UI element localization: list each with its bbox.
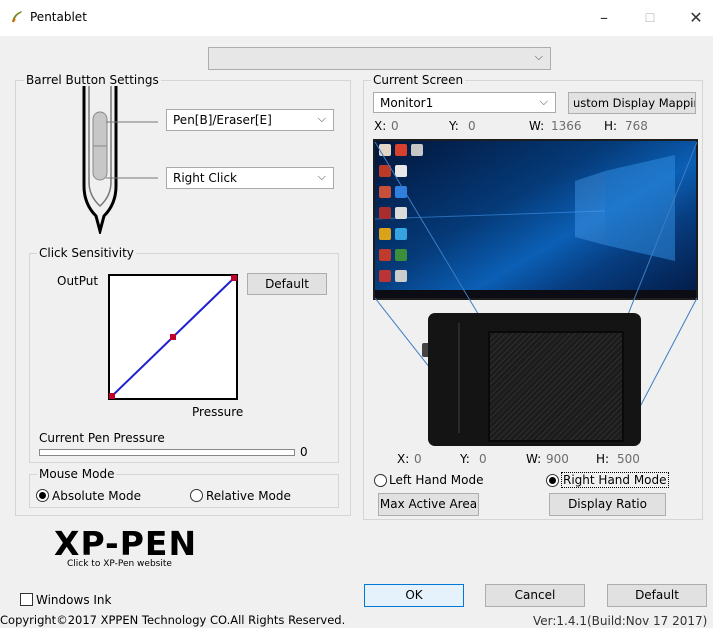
lower-barrel-button-value: Right Click — [173, 171, 238, 185]
tablet-divider — [458, 323, 460, 433]
close-button[interactable]: ✕ — [684, 8, 708, 27]
lower-barrel-button-select[interactable]: Right Click ⌵ — [166, 167, 334, 189]
display-ratio-button[interactable]: Display Ratio — [549, 493, 666, 516]
curve-control-point[interactable] — [109, 393, 115, 399]
tablet-x-label: X: — [397, 452, 410, 466]
mouse-mode-title: Mouse Mode — [37, 467, 117, 481]
tablet-h-label: H: — [596, 452, 610, 466]
xp-pen-logo[interactable]: XP-PEN — [54, 524, 197, 563]
tablet-w-label: W: — [526, 452, 542, 466]
pressure-label: Pressure — [192, 405, 244, 419]
windows-ink-label[interactable]: Windows Ink — [36, 593, 111, 607]
current-pen-pressure-label: Current Pen Pressure — [39, 431, 165, 445]
max-active-area-button[interactable]: Max Active Area — [378, 493, 479, 516]
curve-control-point[interactable] — [170, 334, 176, 340]
window-title: Pentablet — [30, 10, 87, 24]
windows-ink-checkbox[interactable] — [20, 593, 33, 606]
tablet-y-label: Y: — [460, 452, 470, 466]
monitor-select-value: Monitor1 — [380, 96, 434, 110]
pen-illustration — [82, 86, 158, 234]
screen-w-value: 1366 — [551, 119, 582, 133]
pressure-curve-graph[interactable] — [108, 274, 238, 400]
tablet-y-value: 0 — [479, 452, 487, 466]
minimize-button[interactable]: – — [592, 8, 616, 27]
right-hand-mode-label[interactable]: Right Hand Mode — [561, 472, 669, 488]
screen-y-value: 0 — [468, 119, 476, 133]
absolute-mode-label[interactable]: Absolute Mode — [52, 489, 141, 503]
screen-h-value: 768 — [625, 119, 648, 133]
click-sensitivity-title: Click Sensitivity — [37, 246, 136, 260]
pen-pressure-bar — [39, 449, 295, 456]
left-hand-mode-radio[interactable] — [374, 474, 387, 487]
barrel-button-group-title: Barrel Button Settings — [24, 73, 161, 87]
relative-mode-radio[interactable] — [190, 489, 203, 502]
curve-control-point[interactable] — [231, 275, 237, 281]
screen-h-label: H: — [604, 119, 618, 133]
absolute-mode-radio[interactable] — [36, 489, 49, 502]
chevron-down-icon: ⌵ — [534, 50, 543, 63]
upper-barrel-button-select[interactable]: Pen[B]/Eraser[E] ⌵ — [166, 109, 334, 131]
xp-pen-website-link[interactable]: Click to XP-Pen website — [67, 559, 172, 569]
current-pen-pressure-value: 0 — [300, 445, 308, 459]
pentablet-app-icon — [12, 11, 22, 23]
sensitivity-default-button[interactable]: Default — [247, 273, 327, 295]
footer-default-button[interactable]: Default — [607, 584, 707, 607]
chevron-down-icon: ⌵ — [317, 112, 326, 125]
tablet-h-value: 500 — [617, 452, 640, 466]
current-screen-title: Current Screen — [371, 73, 466, 87]
screen-x-label: X: — [374, 119, 387, 133]
custom-display-mapping-button[interactable]: ustom Display Mappin — [568, 92, 696, 114]
maximize-button: ☐ — [644, 11, 656, 25]
output-label: OutPut — [57, 274, 99, 288]
tablet-x-value: 0 — [414, 452, 422, 466]
screen-x-value: 0 — [391, 119, 399, 133]
cancel-button[interactable]: Cancel — [485, 584, 585, 607]
monitor-select[interactable]: Monitor1 ⌵ — [373, 92, 556, 113]
tablet-side-button — [422, 343, 428, 357]
version-text: Ver:1.4.1(Build:Nov 17 2017) — [533, 614, 708, 628]
copyright-text: Copyright©2017 XPPEN Technology CO.All R… — [0, 613, 346, 627]
left-hand-mode-label[interactable]: Left Hand Mode — [389, 473, 484, 487]
upper-barrel-button-value: Pen[B]/Eraser[E] — [173, 113, 272, 127]
screen-w-label: W: — [529, 119, 545, 133]
chevron-down-icon: ⌵ — [539, 95, 548, 108]
screen-y-label: Y: — [449, 119, 459, 133]
device-select[interactable]: ⌵ — [208, 47, 551, 70]
relative-mode-label[interactable]: Relative Mode — [206, 489, 291, 503]
tablet-w-value: 900 — [546, 452, 569, 466]
chevron-down-icon: ⌵ — [317, 170, 326, 183]
ok-button[interactable]: OK — [364, 584, 464, 607]
tablet-active-area[interactable] — [488, 331, 624, 442]
right-hand-mode-radio[interactable] — [546, 474, 559, 487]
